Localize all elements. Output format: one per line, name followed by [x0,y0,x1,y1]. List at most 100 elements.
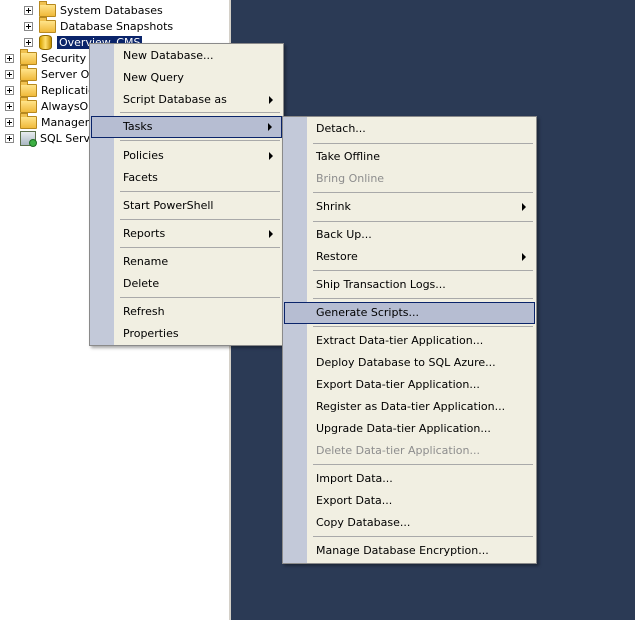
menu-item-label: Copy Database... [316,516,411,529]
menu-item-label: Import Data... [316,472,393,485]
menu-item-label: Facets [123,171,158,184]
menu-separator [120,140,280,141]
submenu-arrow-icon [522,253,526,261]
submenu-arrow-icon [268,123,272,131]
menu-item-label: Ship Transaction Logs... [316,278,446,291]
menu-item-register-as-data-tier-application[interactable]: Register as Data-tier Application... [284,397,535,417]
tree-item-label: Security [41,51,87,65]
menu-item-copy-database[interactable]: Copy Database... [284,513,535,533]
tree-item-sql-server-agent[interactable]: SQL Serve [5,130,97,147]
menu-item-generate-scripts[interactable]: Generate Scripts... [284,302,535,324]
menu-item-label: Detach... [316,122,366,135]
folder-icon [39,16,56,33]
folder-icon [20,96,37,113]
expand-icon[interactable] [24,37,33,47]
tree-item-label: Server Ob [41,67,97,81]
menu-separator [120,191,280,192]
menu-item-restore[interactable]: Restore [284,247,535,267]
sql-agent-icon [20,130,37,147]
menu-item-refresh[interactable]: Refresh [91,302,282,322]
tree-item-database-snapshots[interactable]: Database Snapshots [24,16,173,34]
menu-item-import-data[interactable]: Import Data... [284,469,535,489]
menu-item-bring-online[interactable]: Bring Online [284,169,535,189]
folder-icon [39,0,56,17]
menu-item-new-query[interactable]: New Query [91,68,282,88]
expand-icon[interactable] [5,85,14,95]
menu-separator [120,112,280,113]
expand-icon[interactable] [24,21,33,31]
menu-item-label: Manage Database Encryption... [316,544,489,557]
tree-item-alwayson[interactable]: AlwaysOn [5,96,96,114]
menu-item-label: Bring Online [316,172,385,185]
menu-item-label: Refresh [123,305,165,318]
tree-item-server-objects[interactable]: Server Ob [5,64,97,82]
menu-item-label: Delete [123,277,160,290]
menu-item-label: Rename [123,255,169,268]
expand-icon[interactable] [5,117,14,127]
menu-item-label: Back Up... [316,228,372,241]
menu-item-label: Properties [123,327,179,340]
database-icon [39,34,52,50]
menu-item-start-powershell[interactable]: Start PowerShell [91,196,282,216]
menu-separator [313,143,533,144]
submenu-arrow-icon [269,230,273,238]
menu-item-manage-database-encryption[interactable]: Manage Database Encryption... [284,541,535,561]
tasks-submenu: Detach... Take Offline Bring Online Shri… [282,116,537,564]
expand-icon[interactable] [5,53,14,63]
menu-item-label: New Database... [123,49,214,62]
menu-separator [313,298,533,299]
menu-item-detach[interactable]: Detach... [284,119,535,139]
menu-item-label: Shrink [316,200,351,213]
menu-item-reports[interactable]: Reports [91,224,282,244]
expand-icon[interactable] [5,133,14,143]
tree-item-label: AlwaysOn [41,99,96,113]
folder-icon [20,112,37,129]
submenu-arrow-icon [269,96,273,104]
tree-item-label: System Databases [60,3,163,17]
menu-item-label: Take Offline [316,150,380,163]
expand-icon[interactable] [24,5,33,15]
menu-item-label: Extract Data-tier Application... [316,334,484,347]
menu-separator [313,326,533,327]
submenu-arrow-icon [522,203,526,211]
menu-separator [120,297,280,298]
menu-item-label: Policies [123,149,164,162]
menu-item-label: Generate Scripts... [316,306,419,319]
menu-item-take-offline[interactable]: Take Offline [284,147,535,167]
menu-item-back-up[interactable]: Back Up... [284,225,535,245]
menu-item-shrink[interactable]: Shrink [284,197,535,217]
menu-item-label: Script Database as [123,93,227,106]
menu-separator [313,270,533,271]
menu-item-rename[interactable]: Rename [91,252,282,272]
menu-separator [313,536,533,537]
menu-item-ship-transaction-logs[interactable]: Ship Transaction Logs... [284,275,535,295]
submenu-arrow-icon [269,152,273,160]
folder-icon [20,64,37,81]
menu-item-export-data[interactable]: Export Data... [284,491,535,511]
tree-item-security[interactable]: Security [5,48,87,66]
menu-item-new-database[interactable]: New Database... [91,46,282,66]
menu-item-label: Tasks [123,120,153,133]
menu-item-tasks[interactable]: Tasks [91,116,282,138]
menu-item-deploy-database-to-sql-azure[interactable]: Deploy Database to SQL Azure... [284,353,535,373]
menu-item-script-database-as[interactable]: Script Database as [91,90,282,110]
menu-item-delete-data-tier-application[interactable]: Delete Data-tier Application... [284,441,535,461]
database-context-menu: New Database... New Query Script Databas… [89,43,284,346]
menu-item-extract-data-tier-application[interactable]: Extract Data-tier Application... [284,331,535,351]
menu-item-export-data-tier-application[interactable]: Export Data-tier Application... [284,375,535,395]
expand-icon[interactable] [5,101,14,111]
folder-icon [20,48,37,65]
expand-icon[interactable] [5,69,14,79]
menu-item-policies[interactable]: Policies [91,146,282,166]
menu-item-upgrade-data-tier-application[interactable]: Upgrade Data-tier Application... [284,419,535,439]
tree-item-management[interactable]: Manageme [5,112,102,130]
tree-item-replication[interactable]: Replicatio [5,80,95,98]
folder-icon [20,80,37,97]
menu-item-facets[interactable]: Facets [91,168,282,188]
menu-separator [313,464,533,465]
tree-item-label: Replicatio [41,83,95,97]
menu-separator [120,219,280,220]
menu-item-delete[interactable]: Delete [91,274,282,294]
menu-item-properties[interactable]: Properties [91,324,282,344]
menu-item-label: Start PowerShell [123,199,214,212]
